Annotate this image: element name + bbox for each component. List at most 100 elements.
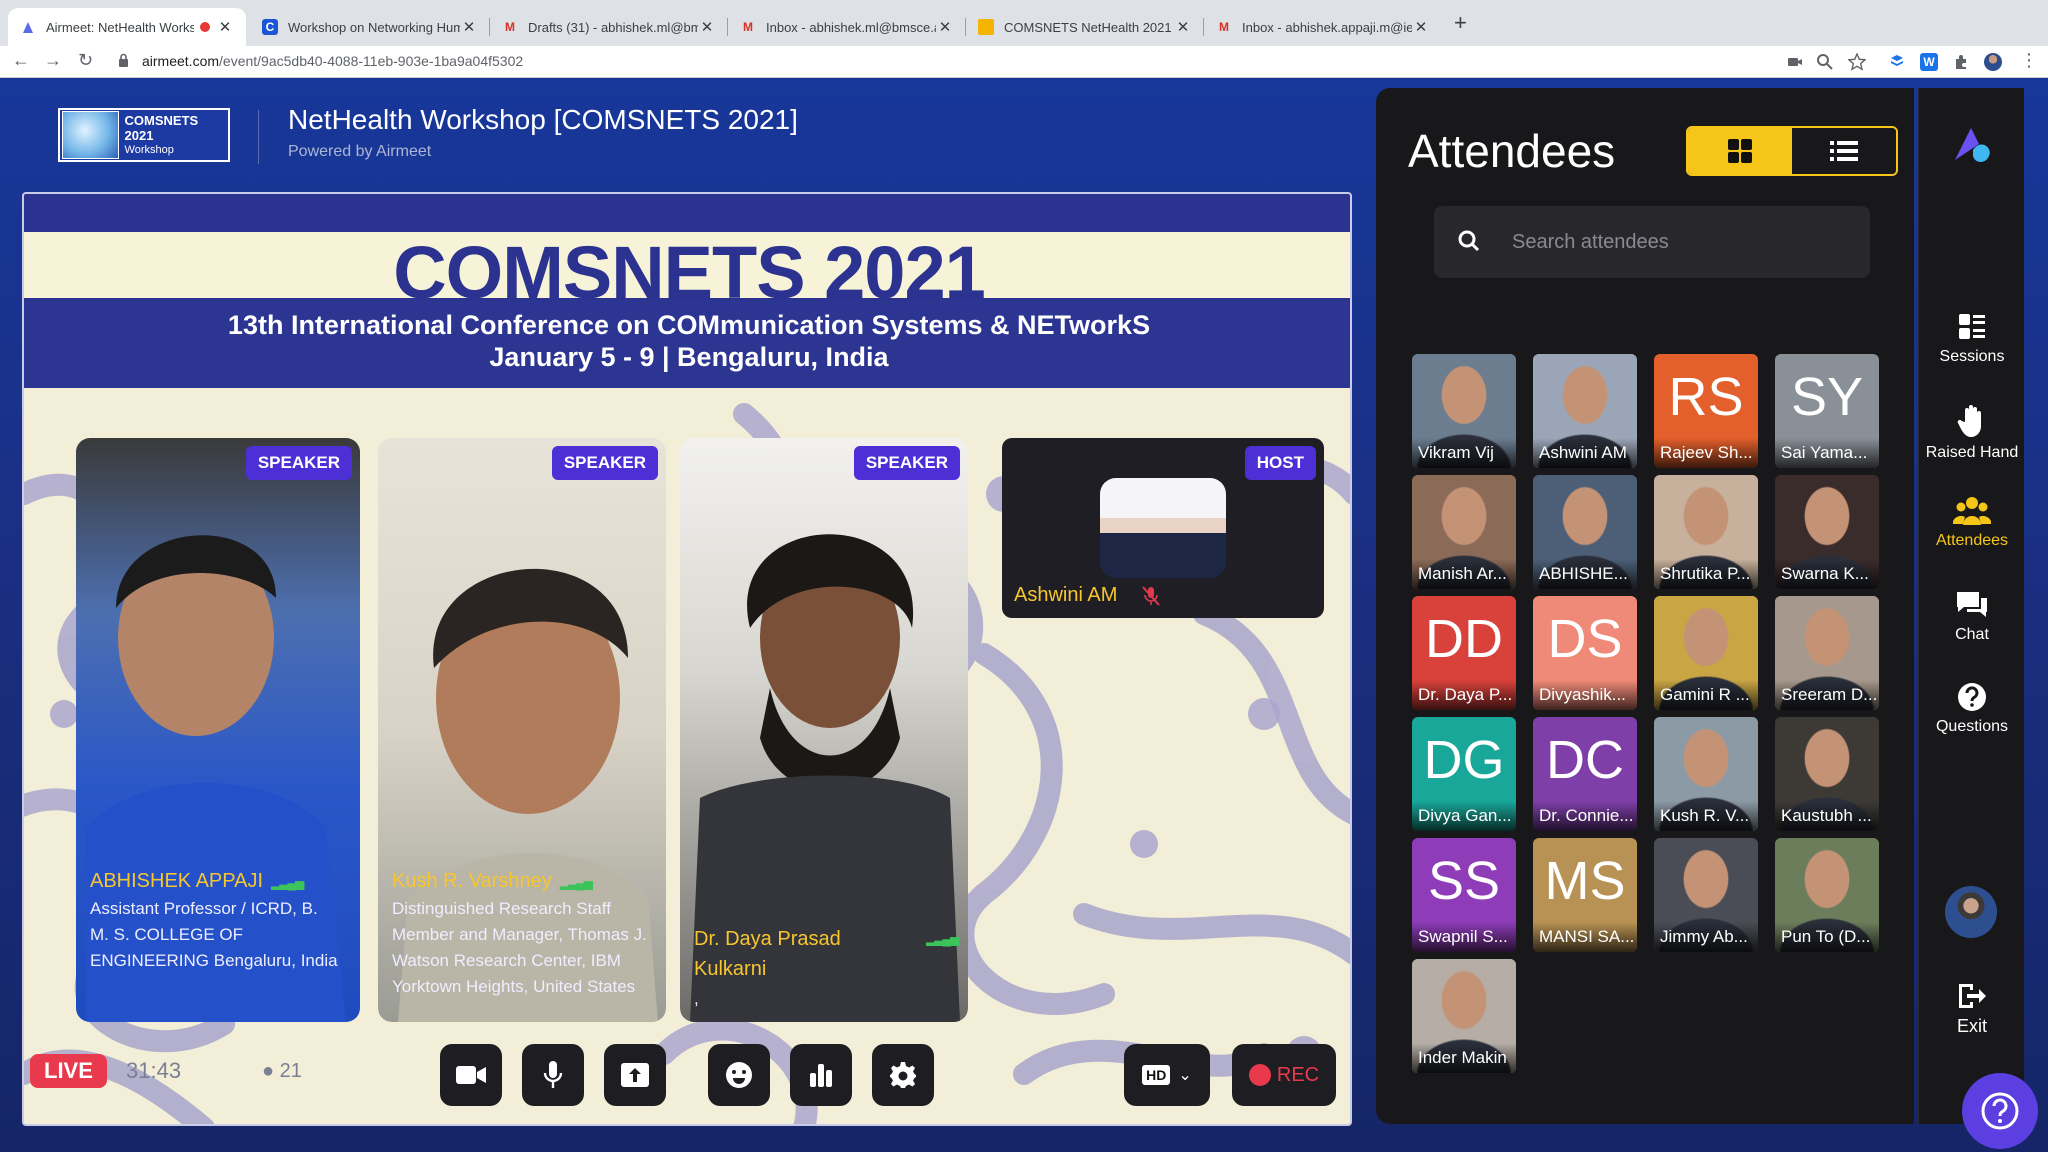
chat-nav[interactable]: Chat xyxy=(1919,590,2025,644)
close-tab-icon[interactable]: ✕ xyxy=(698,18,716,36)
more-menu-icon[interactable]: ⋮ xyxy=(2020,50,2038,71)
help-button[interactable] xyxy=(1962,1073,2038,1149)
reload-icon[interactable]: ↻ xyxy=(78,50,93,71)
attendee-card[interactable]: Pun To (D... xyxy=(1775,838,1879,952)
attendee-card[interactable]: SS Swapnil S... xyxy=(1412,838,1516,952)
help-icon xyxy=(1981,1092,2019,1130)
extension-w-icon[interactable]: W xyxy=(1920,53,1938,71)
attendee-card[interactable]: MS MANSI SA... xyxy=(1533,838,1637,952)
extension-shield-icon[interactable] xyxy=(1888,53,1906,71)
speaker-tile[interactable]: SPEAKER Kush R. Varshney ▂▃▄▅ Distinguish… xyxy=(378,438,666,1022)
exit-label: Exit xyxy=(1956,1016,1987,1036)
attendee-card[interactable]: DS Divyashik... xyxy=(1533,596,1637,710)
attendee-name: Vikram Vij xyxy=(1412,438,1516,468)
attendees-nav[interactable]: Attendees xyxy=(1919,496,2025,550)
attendee-card[interactable]: RS Rajeev Sh... xyxy=(1654,354,1758,468)
raised-hand-nav[interactable]: Raised Hand xyxy=(1919,404,2025,462)
attendee-card[interactable]: Jimmy Ab... xyxy=(1654,838,1758,952)
reactions-button[interactable] xyxy=(708,1044,770,1106)
attendee-initials: DC xyxy=(1546,730,1624,790)
zoom-icon[interactable] xyxy=(1816,53,1834,71)
list-view-button[interactable] xyxy=(1792,128,1896,174)
tab-title: Inbox - abhishek.appaji.m@iee xyxy=(1242,19,1412,35)
sessions-nav[interactable]: Sessions xyxy=(1919,312,2025,366)
attendee-name: Manish Ar... xyxy=(1412,559,1516,589)
tab-inbox-ieee[interactable]: M Inbox - abhishek.appaji.m@iee ✕ xyxy=(1204,8,1442,46)
questions-nav[interactable]: Questions xyxy=(1919,682,2025,736)
poll-chart-icon xyxy=(810,1064,832,1087)
new-tab-icon[interactable]: + xyxy=(1454,10,1467,36)
tab-workshop[interactable]: C Workshop on Networking Hum ✕ xyxy=(250,8,490,46)
lock-icon xyxy=(119,53,128,67)
camera-button[interactable] xyxy=(440,1044,502,1106)
signal-icon: ▂▃▄▅ xyxy=(271,876,304,890)
people-icon xyxy=(1953,497,1991,525)
rec-label: REC xyxy=(1276,1063,1320,1086)
attendee-card[interactable]: DD Dr. Daya P... xyxy=(1412,596,1516,710)
attendee-card[interactable]: SY Sai Yama... xyxy=(1775,354,1879,468)
url-host: airmeet.com xyxy=(142,53,220,69)
forward-icon[interactable]: → xyxy=(44,50,62,71)
attendee-card[interactable]: DG Divya Gan... xyxy=(1412,717,1516,831)
bookmark-star-icon[interactable] xyxy=(1848,53,1866,71)
view-toggle xyxy=(1686,126,1898,176)
speaker-tile[interactable]: SPEAKER Dr. Daya Prasad Kulkarni ▂▃▄▅ , xyxy=(680,438,968,1022)
airmeet-logo-icon[interactable] xyxy=(1951,122,1995,166)
back-icon[interactable]: ← xyxy=(12,50,30,71)
attendee-card[interactable]: Manish Ar... xyxy=(1412,475,1516,589)
close-tab-icon[interactable]: ✕ xyxy=(936,18,954,36)
attendee-card[interactable]: Kush R. V... xyxy=(1654,717,1758,831)
record-button[interactable]: REC xyxy=(1232,1044,1336,1106)
camera-blocked-icon[interactable] xyxy=(1786,53,1804,71)
tab-title: Inbox - abhishek.ml@bmsce.a xyxy=(766,19,936,35)
attendee-card[interactable]: Ashwini AM xyxy=(1533,354,1637,468)
speaker-tile[interactable]: SPEAKER ABHISHEK APPAJI ▂▃▄▅ Assistant Pr… xyxy=(76,438,360,1022)
search-input[interactable] xyxy=(1512,206,1852,278)
tab-airmeet[interactable]: Airmeet: NetHealth Worksh ✕ xyxy=(8,8,246,46)
speaker-badge: SPEAKER xyxy=(551,446,658,480)
polls-button[interactable] xyxy=(790,1044,852,1106)
search-icon xyxy=(1458,230,1480,252)
attendee-card[interactable]: Gamini R ... xyxy=(1654,596,1758,710)
attendee-card[interactable]: Shrutika P... xyxy=(1654,475,1758,589)
url-field[interactable]: airmeet.com/event/9ac5db40-4088-11eb-903… xyxy=(142,53,523,69)
profile-avatar[interactable] xyxy=(1984,53,2002,71)
attendee-card[interactable]: Inder Makin xyxy=(1412,959,1516,1073)
settings-button[interactable] xyxy=(872,1044,934,1106)
signal-icon: ▂▃▄▅ xyxy=(559,876,593,890)
signal-icon: ▂▃▄▅ xyxy=(926,932,959,946)
attendees-panel: Attendees Vikram Vij Ashwini AM RS Rajeev S… xyxy=(1376,88,1914,1124)
attendee-card[interactable]: Vikram Vij xyxy=(1412,354,1516,468)
tab-slides[interactable]: COMSNETS NetHealth 2021 B ✕ xyxy=(966,8,1204,46)
host-avatar xyxy=(1100,478,1226,578)
gmail-icon: M xyxy=(1219,20,1229,34)
share-screen-button[interactable] xyxy=(604,1044,666,1106)
attendee-name: Sai Yama... xyxy=(1775,438,1879,468)
user-avatar[interactable] xyxy=(1945,886,1997,938)
quality-dropdown[interactable]: HD ⌄ xyxy=(1124,1044,1210,1106)
extensions-puzzle-icon[interactable] xyxy=(1952,53,1970,71)
close-tab-icon[interactable]: ✕ xyxy=(1412,18,1430,36)
attendee-card[interactable]: Kaustubh ... xyxy=(1775,717,1879,831)
close-tab-icon[interactable]: ✕ xyxy=(460,18,478,36)
attendee-name: Divyashik... xyxy=(1533,680,1637,710)
attendee-search xyxy=(1434,206,1870,278)
exit-nav[interactable]: Exit xyxy=(1919,982,2025,1037)
attendee-name: Swarna K... xyxy=(1775,559,1879,589)
grid-view-button[interactable] xyxy=(1688,128,1792,174)
close-tab-icon[interactable]: ✕ xyxy=(216,18,234,36)
attendee-name: Jimmy Ab... xyxy=(1654,922,1758,952)
attendee-card[interactable]: Swarna K... xyxy=(1775,475,1879,589)
tab-inbox[interactable]: M Inbox - abhishek.ml@bmsce.a ✕ xyxy=(728,8,966,46)
raised-hand-label: Raised Hand xyxy=(1925,444,2019,461)
attendee-card[interactable]: DC Dr. Connie... xyxy=(1533,717,1637,831)
tab-drafts[interactable]: M Drafts (31) - abhishek.ml@bm ✕ xyxy=(490,8,728,46)
host-tile[interactable]: HOST Ashwini AM xyxy=(1002,438,1324,618)
mic-button[interactable] xyxy=(522,1044,584,1106)
attendee-card[interactable]: Sreeram D... xyxy=(1775,596,1879,710)
close-tab-icon[interactable]: ✕ xyxy=(1174,18,1192,36)
tab-title: Workshop on Networking Hum xyxy=(288,19,460,35)
c-icon: C xyxy=(262,19,278,35)
attendee-card[interactable]: ABHISHE... xyxy=(1533,475,1637,589)
tab-title: COMSNETS NetHealth 2021 B xyxy=(1004,19,1174,35)
